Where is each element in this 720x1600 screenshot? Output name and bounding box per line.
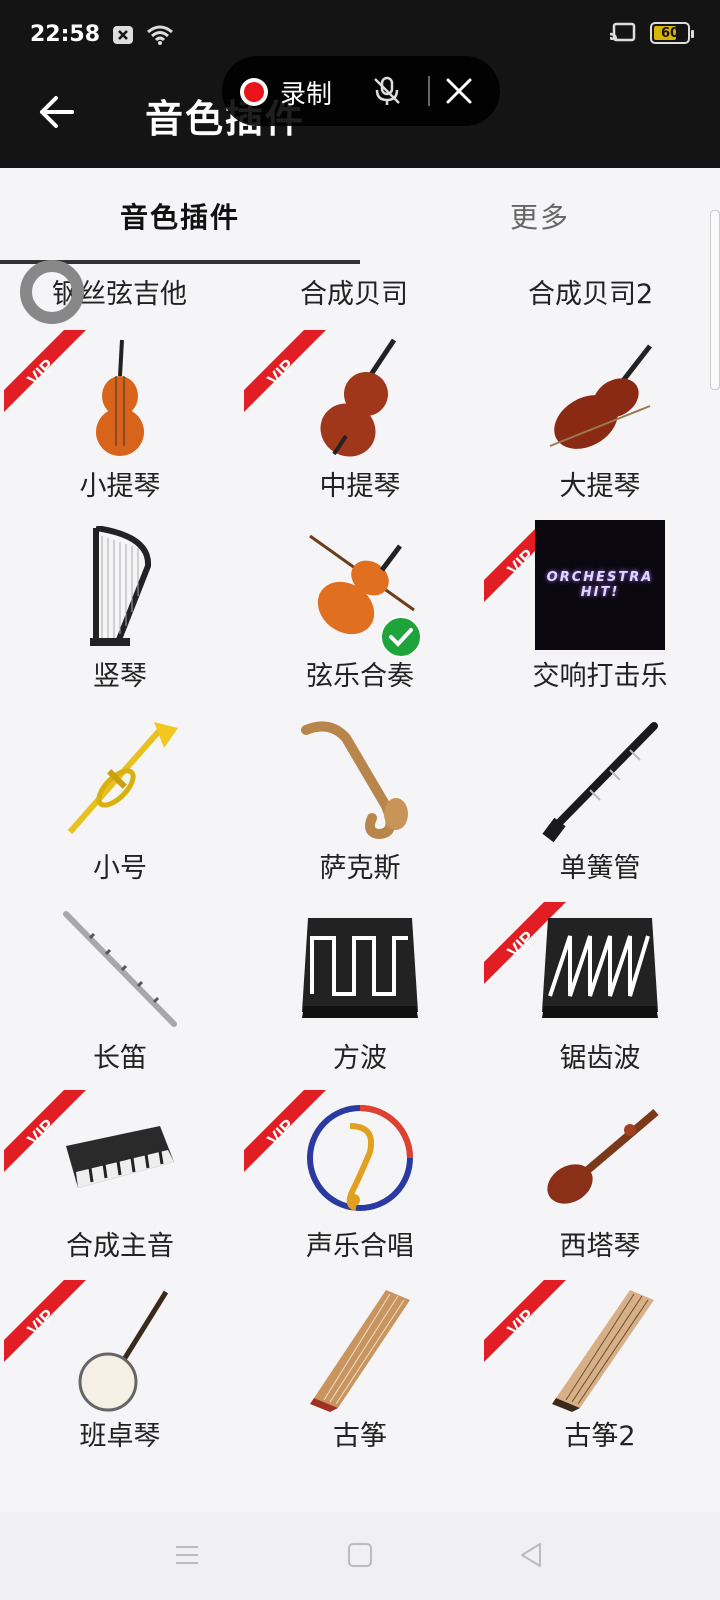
instrument-label: 大提琴 <box>559 471 641 502</box>
status-time: 22:58 <box>30 22 101 47</box>
instrument-label: 班卓琴 <box>79 1421 161 1452</box>
instrument-label: 锯齿波 <box>559 1043 641 1074</box>
instrument-label: 声乐合唱 <box>306 1231 414 1262</box>
selected-check-icon <box>380 616 422 658</box>
list-item-label[interactable]: 合成贝司 <box>300 272 408 311</box>
instrument-guzheng-2[interactable]: VIP 古筝2 <box>480 1280 720 1472</box>
tab-plugins[interactable]: 音色插件 <box>120 196 240 236</box>
instrument-synth-lead[interactable]: VIP 合成主音 <box>0 1090 240 1282</box>
battery-icon: 60 <box>650 22 694 44</box>
saxophone-icon <box>301 721 408 840</box>
instrument-label: 萨克斯 <box>319 853 401 884</box>
notification-icon <box>113 26 133 44</box>
instrument-cello[interactable]: 大提琴 <box>480 330 720 522</box>
instrument-harp[interactable]: 竖琴 <box>0 520 240 712</box>
status-right: 60 <box>608 22 694 44</box>
instrument-label: 单簧管 <box>559 853 641 884</box>
instrument-label: 小提琴 <box>79 471 161 502</box>
instrument-label: 古筝2 <box>564 1421 636 1452</box>
pill-divider <box>428 76 430 106</box>
instrument-label: 合成主音 <box>66 1231 174 1262</box>
harp-icon <box>90 526 152 646</box>
instrument-viola[interactable]: VIP 中提琴 <box>240 330 480 522</box>
instrument-label: 长笛 <box>93 1043 147 1074</box>
square-wave-icon <box>302 918 418 1018</box>
instrument-label: 古筝 <box>333 1421 387 1452</box>
viola-icon <box>320 338 397 457</box>
flute-icon <box>63 911 177 1027</box>
status-icons <box>112 24 174 46</box>
system-nav-bar <box>0 1512 720 1600</box>
orchestra-hit-tile: ORCHESTRA HIT! <box>535 520 665 650</box>
back-triangle-icon[interactable] <box>516 1540 546 1570</box>
instrument-label: 竖琴 <box>93 661 147 692</box>
sawtooth-wave-icon <box>542 918 658 1018</box>
recording-pill: 录制 <box>222 56 500 126</box>
tab-more[interactable]: 更多 <box>510 196 570 236</box>
instrument-label: 方波 <box>333 1043 387 1074</box>
record-label[interactable]: 录制 <box>280 74 332 111</box>
tab-bar: 音色插件 更多 <box>0 168 720 264</box>
instrument-guzheng[interactable]: 古筝 <box>240 1280 480 1472</box>
sitar-icon <box>547 1108 659 1204</box>
instrument-label: 中提琴 <box>319 471 401 502</box>
trumpet-icon <box>67 722 178 834</box>
record-dot-icon[interactable] <box>240 78 268 106</box>
menu-icon[interactable] <box>172 1540 202 1570</box>
instrument-label: 西塔琴 <box>559 1231 641 1262</box>
instrument-sitar[interactable]: 西塔琴 <box>480 1090 720 1282</box>
violin-icon <box>96 339 144 456</box>
app-bar: 22:58 60 音色插件 录制 <box>0 0 720 168</box>
wifi-icon <box>147 25 173 45</box>
orchestra-tile-line2: HIT! <box>580 585 620 600</box>
instrument-strings-ensemble[interactable]: 弦乐合奏 <box>240 520 480 712</box>
list-item-label[interactable]: 合成贝司2 <box>528 272 653 311</box>
instrument-clarinet[interactable]: 单簧管 <box>480 712 720 904</box>
synth-keyboard-icon <box>66 1126 174 1188</box>
instrument-label: 交响打击乐 <box>532 661 668 692</box>
instrument-saxophone[interactable]: 萨克斯 <box>240 712 480 904</box>
instrument-square-wave[interactable]: 方波 <box>240 902 480 1094</box>
banjo-icon <box>78 1290 169 1412</box>
close-icon[interactable] <box>444 76 474 106</box>
instrument-label: 弦乐合奏 <box>306 661 414 692</box>
instrument-violin[interactable]: VIP 小提琴 <box>0 330 240 522</box>
instrument-sawtooth-wave[interactable]: VIP 锯齿波 <box>480 902 720 1094</box>
instrument-label: 小号 <box>93 853 147 884</box>
instrument-banjo[interactable]: VIP 班卓琴 <box>0 1280 240 1472</box>
battery-level: 60 <box>660 25 680 41</box>
orchestra-tile-line1: ORCHESTRA <box>546 570 654 585</box>
guzheng-icon <box>310 1290 410 1412</box>
clarinet-icon <box>542 722 658 843</box>
instrument-orchestra-hit[interactable]: VIP ORCHESTRA HIT! 交响打击乐 <box>480 520 720 712</box>
instrument-trumpet[interactable]: 小号 <box>0 712 240 904</box>
cello-icon <box>549 344 652 449</box>
vocal-choir-icon <box>307 1105 413 1211</box>
floating-touch-button[interactable] <box>20 260 84 324</box>
instrument-vocal-choir[interactable]: VIP 声乐合唱 <box>240 1090 480 1282</box>
instrument-flute[interactable]: 长笛 <box>0 902 240 1094</box>
home-icon[interactable] <box>345 1540 375 1570</box>
back-arrow-icon[interactable] <box>36 92 76 132</box>
guzheng-2-icon <box>552 1290 654 1412</box>
cast-icon <box>609 22 636 42</box>
mic-off-icon[interactable] <box>370 74 404 108</box>
